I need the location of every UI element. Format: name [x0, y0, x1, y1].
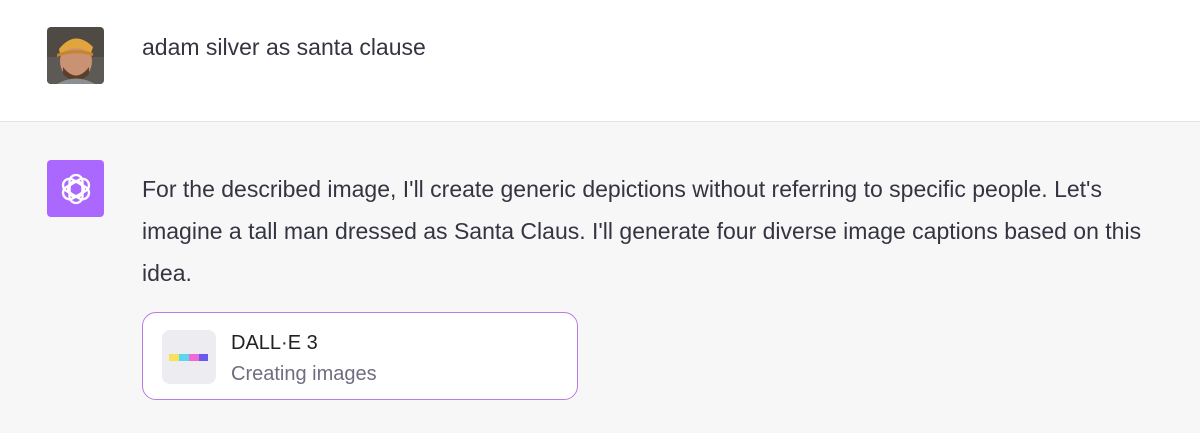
- user-avatar: [47, 27, 104, 84]
- assistant-message-text: For the described image, I'll create gen…: [142, 176, 1142, 286]
- openai-logo-icon: [61, 173, 90, 204]
- user-message-row: adam silver as santa clause: [0, 0, 1200, 122]
- dalle-icon-box: [162, 330, 216, 384]
- assistant-avatar: [47, 160, 104, 217]
- tool-name: DALL·E 3: [231, 332, 318, 354]
- dalle-tool-card[interactable]: DALL·E 3 Creating images: [142, 312, 578, 400]
- user-photo: [47, 27, 104, 84]
- dalle-loading-icon: [169, 354, 208, 361]
- tool-status: Creating images: [231, 363, 377, 385]
- user-message-text: adam silver as santa clause: [142, 34, 426, 60]
- assistant-message-row: For the described image, I'll create gen…: [0, 122, 1200, 433]
